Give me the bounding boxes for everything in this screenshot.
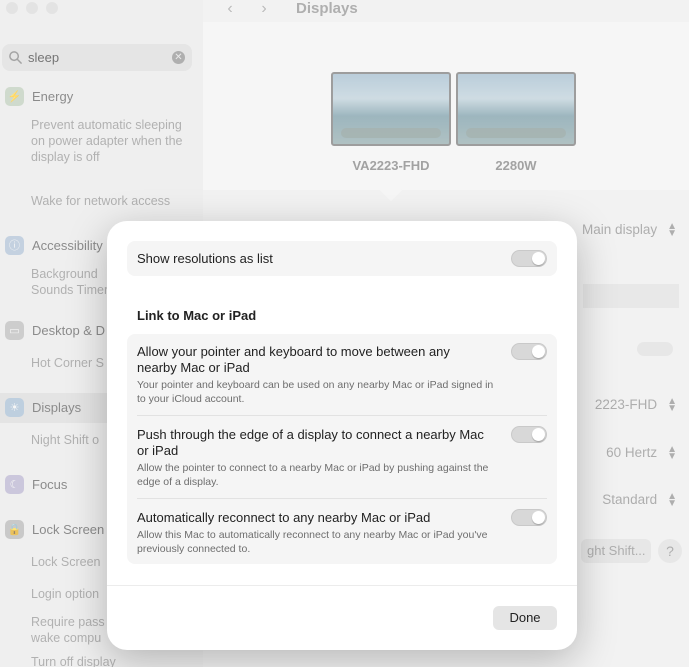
footer-divider [107, 585, 577, 586]
done-button[interactable]: Done [493, 606, 557, 630]
advanced-settings-sheet: Show resolutions as list Link to Mac or … [107, 221, 577, 650]
show-resolutions-row: Show resolutions as list [127, 241, 557, 276]
row-subtitle: Your pointer and keyboard can be used on… [137, 379, 494, 405]
row-subtitle: Allow the pointer to connect to a nearby… [137, 462, 489, 488]
row-divider [137, 498, 547, 499]
auto-reconnect-row: Automatically reconnect to any nearby Ma… [137, 510, 547, 556]
show-resolutions-label: Show resolutions as list [137, 251, 273, 266]
show-resolutions-toggle[interactable] [511, 250, 547, 267]
row-subtitle: Allow this Mac to automatically reconnec… [137, 529, 488, 555]
push-through-toggle[interactable] [511, 426, 547, 443]
row-title: Push through the edge of a display to co… [137, 427, 484, 458]
row-title: Allow your pointer and keyboard to move … [137, 344, 450, 375]
row-divider [137, 415, 547, 416]
pointer-keyboard-toggle[interactable] [511, 343, 547, 360]
section-title: Link to Mac or iPad [137, 308, 257, 323]
auto-reconnect-toggle[interactable] [511, 509, 547, 526]
pointer-keyboard-row: Allow your pointer and keyboard to move … [137, 344, 547, 406]
link-settings-card: Allow your pointer and keyboard to move … [127, 334, 557, 564]
row-title: Automatically reconnect to any nearby Ma… [137, 510, 431, 525]
push-through-row: Push through the edge of a display to co… [137, 427, 547, 489]
